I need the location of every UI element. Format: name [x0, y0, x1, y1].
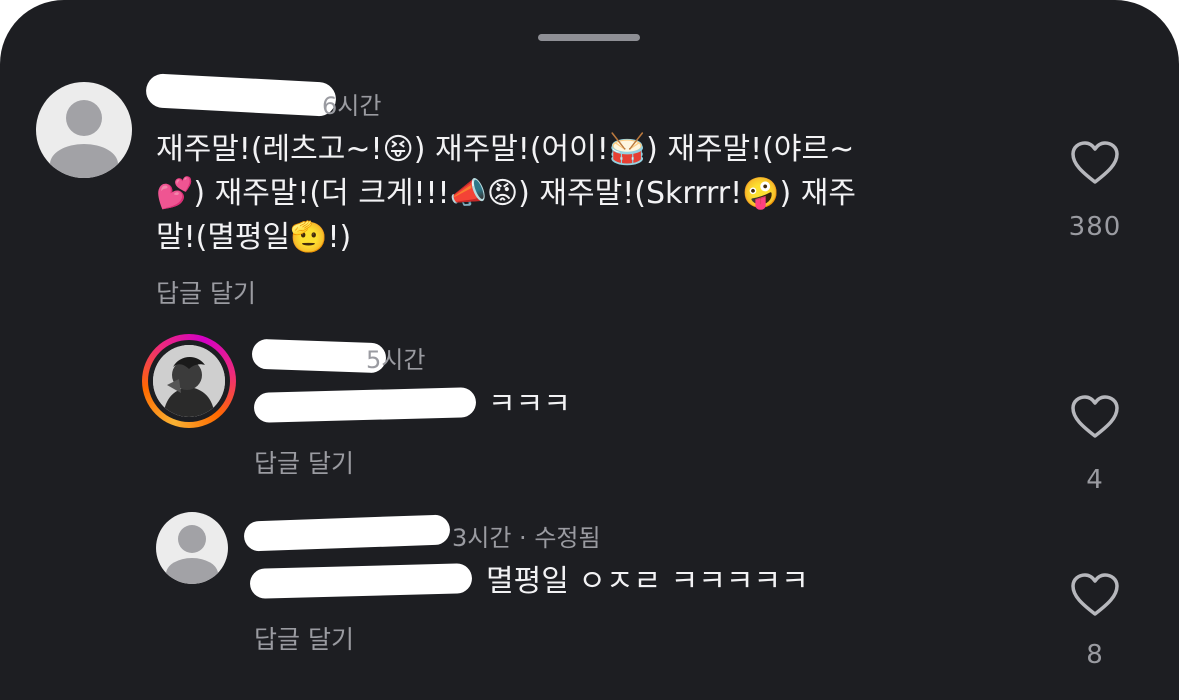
- like-count: 8: [1086, 640, 1104, 670]
- heart-icon[interactable]: [1070, 394, 1120, 440]
- comment-line: 말!(멸평일🫡!): [156, 220, 352, 255]
- redacted-username[interactable]: [145, 73, 337, 117]
- default-avatar-icon[interactable]: [36, 82, 132, 178]
- like-count: 380: [1068, 212, 1122, 242]
- comment-text: ㅋㅋㅋ: [488, 387, 571, 422]
- heart-icon[interactable]: [1070, 572, 1120, 618]
- redacted-username[interactable]: [243, 514, 451, 552]
- comment-text: 재주말!(레츠고~!😝) 재주말!(어이!🥁) 재주말!(야르~ 💕) 재주말!…: [156, 128, 856, 260]
- comments-sheet: 6시간 재주말!(레츠고~!😝) 재주말!(어이!🥁) 재주말!(야르~ 💕) …: [0, 0, 1179, 700]
- reply-button[interactable]: 답글 달기: [254, 620, 354, 656]
- comment-time: 6시간: [322, 92, 382, 120]
- avatar-photo-icon: [153, 345, 225, 417]
- default-avatar-icon[interactable]: [156, 512, 228, 584]
- redacted-mention[interactable]: [253, 387, 477, 423]
- comment-text: 멸평일 ㅇㅈㄹ ㅋㅋㅋㅋㅋ: [486, 564, 809, 599]
- sheet-drag-handle[interactable]: [538, 34, 640, 41]
- comment-line: 💕) 재주말!(더 크게!!!📣😡) 재주말!(Skrrrr!🤪) 재주: [156, 176, 856, 211]
- reply-button[interactable]: 답글 달기: [254, 444, 354, 480]
- redacted-mention[interactable]: [249, 563, 473, 599]
- comment-time: 3시간 · 수정됨: [452, 524, 601, 552]
- comment-time: 5시간: [366, 346, 426, 374]
- comment-line: 재주말!(레츠고~!😝) 재주말!(어이!🥁) 재주말!(야르~: [156, 132, 855, 167]
- story-ring-avatar[interactable]: [142, 334, 236, 428]
- avatar: [153, 345, 225, 417]
- like-count: 4: [1086, 465, 1104, 495]
- reply-button[interactable]: 답글 달기: [156, 274, 256, 310]
- heart-icon[interactable]: [1070, 140, 1120, 186]
